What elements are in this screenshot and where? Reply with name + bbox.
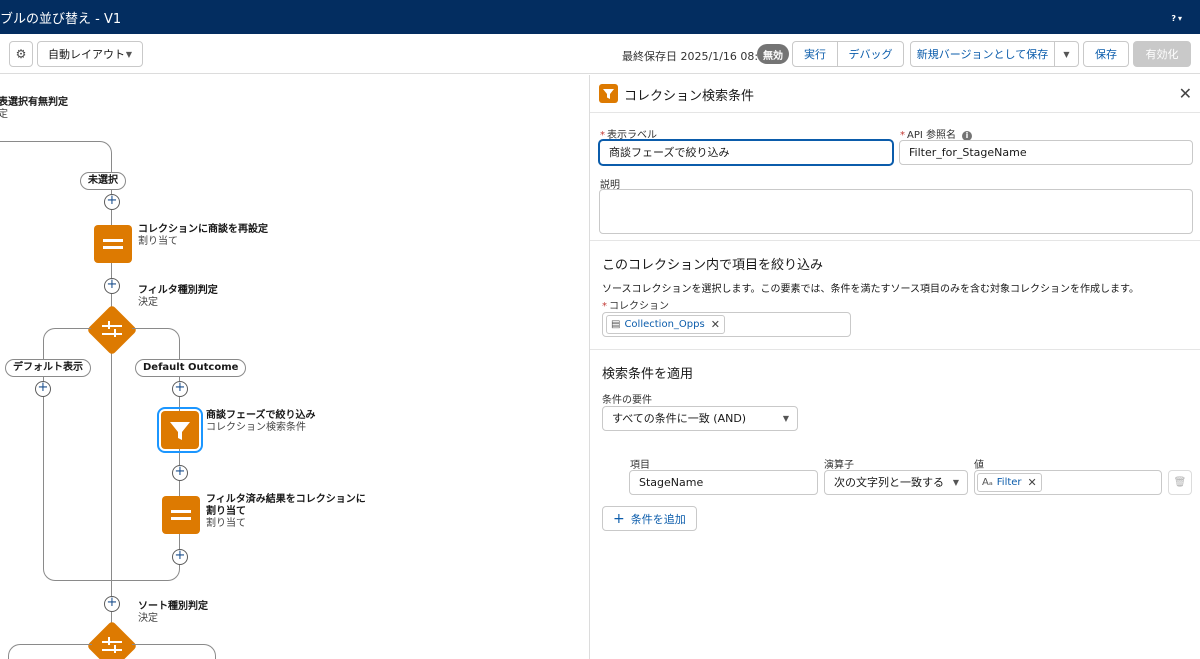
flow-canvas[interactable]: 表選択有無判定 定 未選択 + コレクションに商談を再設定 割り当て + フィル… — [0, 75, 589, 659]
last-saved-text: 最終保存日 2025/1/16 08:55 — [622, 50, 773, 63]
properties-panel: コレクション検索条件 ✕ * 表示ラベル 商談フェーズで絞り込み * API 参照名… — [590, 75, 1200, 659]
app-header: ブルの並び替え - V1 ? ▾ — [0, 0, 1200, 34]
add-condition-button[interactable]: + 条件を追加 — [602, 506, 697, 531]
section-title-apply-conditions: 検索条件を適用 — [602, 367, 694, 382]
layout-select[interactable]: 自動レイアウト ▼ — [37, 41, 143, 67]
save-button[interactable]: 保存 — [1083, 41, 1129, 67]
outcome-pill-default-outcome[interactable]: Default Outcome — [135, 359, 247, 377]
section-title-filter-items: このコレクション内で項目を絞り込み — [602, 258, 824, 273]
remove-icon[interactable]: ✕ — [1028, 476, 1037, 489]
outcome-pill-default-display[interactable]: デフォルト表示 — [5, 359, 91, 377]
add-element-icon[interactable]: + — [104, 596, 120, 612]
help-menu[interactable]: ? ▾ — [1169, 10, 1182, 25]
reset-node-label: コレクションに商談を再設定 割り当て — [138, 224, 268, 247]
add-element-icon[interactable]: + — [104, 194, 120, 210]
filter-icon — [170, 422, 190, 440]
text-type-icon: Aₐ — [982, 477, 993, 488]
chevron-down-icon: ▼ — [125, 49, 132, 59]
toolbar: ⚙ 自動レイアウト ▼ 最終保存日 2025/1/16 08:55 無効 実行 … — [0, 34, 1200, 74]
collection-label: * コレクション — [602, 301, 669, 312]
remove-icon[interactable]: ✕ — [711, 318, 720, 331]
run-button[interactable]: 実行 — [792, 41, 838, 67]
decision-icon — [99, 633, 125, 659]
chevron-down-icon: ▼ — [952, 478, 959, 487]
close-icon[interactable]: ✕ — [1179, 84, 1192, 103]
label-input[interactable]: 商談フェーズで絞り込み — [599, 140, 893, 165]
filter-decision-label: フィルタ種別判定 決定 — [138, 285, 218, 308]
collection-filter-node[interactable] — [157, 407, 203, 453]
condition-operator-select[interactable]: 次の文字列と一致する ▼ — [824, 470, 968, 495]
activate-button[interactable]: 有効化 — [1133, 41, 1191, 67]
chevron-down-icon: ▼ — [782, 414, 789, 423]
status-badge: 無効 — [757, 44, 789, 64]
add-element-icon[interactable]: + — [35, 381, 51, 397]
sort-decision-label: ソート種別判定 決定 — [138, 601, 208, 624]
condition-requirement-label: 条件の要件 — [602, 395, 652, 406]
condition-requirement-select[interactable]: すべての条件に一致 (AND) ▼ — [602, 406, 798, 431]
outcome-pill-unselected[interactable]: 未選択 — [80, 172, 126, 190]
add-element-icon[interactable]: + — [172, 465, 188, 481]
column-header-operator: 演算子 — [824, 460, 854, 471]
flow-title: ブルの並び替え - V1 — [0, 11, 122, 27]
column-header-value: 値 — [974, 460, 984, 471]
layout-select-value: 自動レイアウト — [48, 48, 125, 61]
collection-pill[interactable]: ▤ Collection_Opps ✕ — [606, 315, 725, 334]
add-element-icon[interactable]: + — [172, 549, 188, 565]
filter-icon — [599, 84, 618, 103]
add-icon: + — [613, 510, 625, 527]
api-name-input[interactable]: Filter_for_StageName — [899, 140, 1193, 165]
api-name-label: * API 参照名 i — [900, 126, 972, 141]
assignment-node-filtered[interactable] — [162, 496, 200, 534]
chevron-down-icon: ▾ — [1177, 13, 1182, 23]
value-pill[interactable]: Aₐ Filter ✕ — [977, 473, 1042, 492]
label-field-label: * 表示ラベル — [600, 130, 657, 141]
collection-icon: ▤ — [611, 319, 621, 330]
add-element-icon[interactable]: + — [172, 381, 188, 397]
save-as-new-version-button[interactable]: 新規バージョンとして保存 — [910, 41, 1055, 67]
panel-header: コレクション検索条件 ✕ — [590, 75, 1200, 113]
section-description: ソースコレクションを選択します。この要素では、条件を満たすソース項目のみを含む対… — [602, 284, 1139, 295]
assign-node-label: フィルタ済み結果をコレクションに 割り当て 割り当て — [206, 494, 366, 529]
filter-node-label: 商談フェーズで絞り込み コレクション検索条件 — [206, 410, 316, 433]
gear-icon[interactable]: ⚙ — [9, 41, 33, 67]
assignment-node-reset[interactable] — [94, 225, 132, 263]
decision-icon — [99, 317, 125, 343]
panel-title: コレクション検索条件 — [624, 89, 755, 104]
top-node-label: 表選択有無判定 定 — [0, 97, 68, 120]
chevron-down-icon[interactable]: ▼ — [1054, 41, 1079, 67]
add-element-icon[interactable]: + — [104, 278, 120, 294]
condition-field-input[interactable]: StageName — [629, 470, 818, 495]
column-header-field: 項目 — [630, 460, 650, 471]
delete-condition-icon[interactable]: 🗑 — [1168, 470, 1192, 495]
debug-button[interactable]: デバッグ — [837, 41, 904, 67]
description-textarea[interactable] — [599, 189, 1193, 234]
